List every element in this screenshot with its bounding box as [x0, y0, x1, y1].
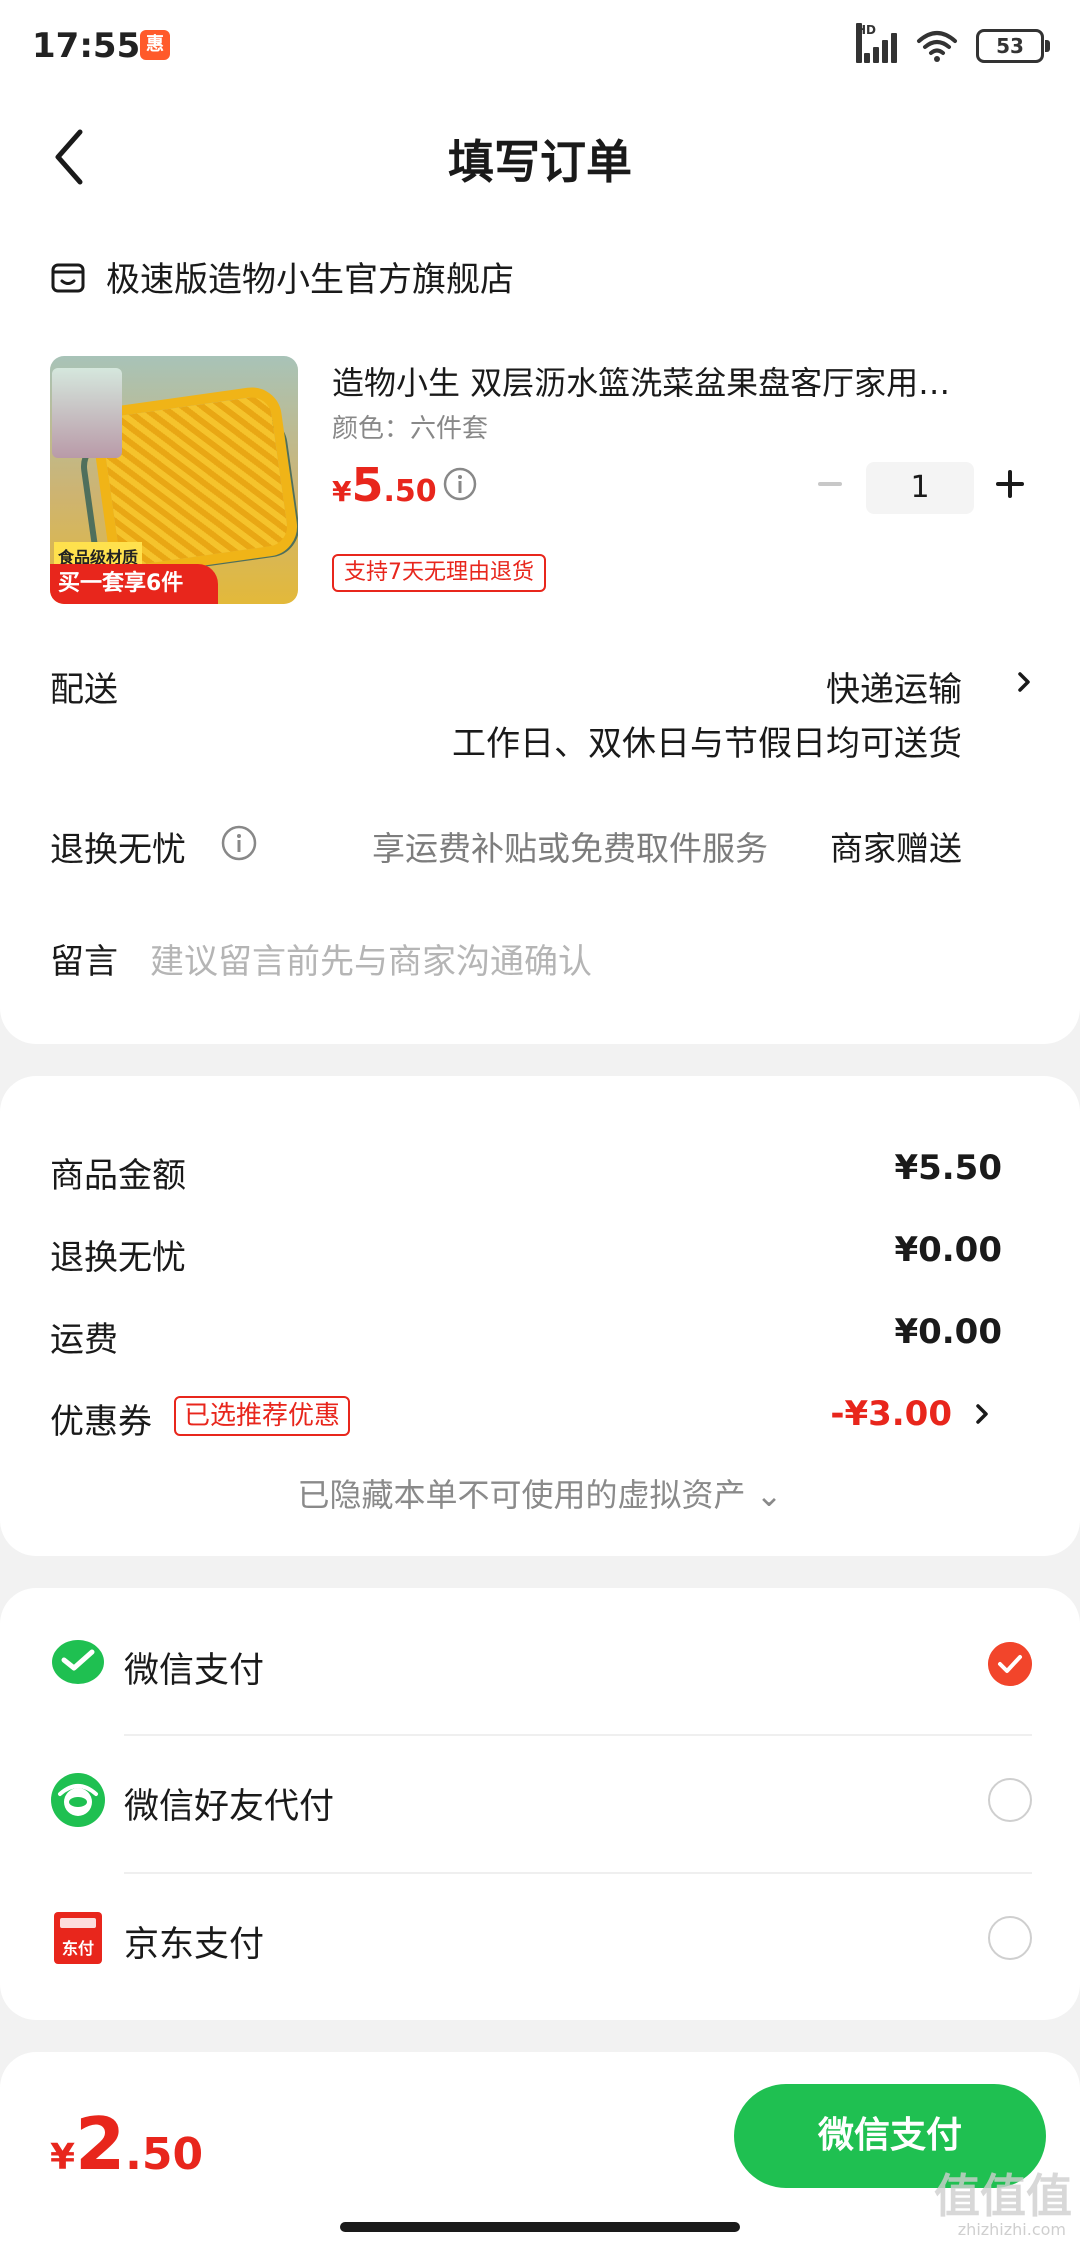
coupon-tag: 已选推荐优惠 [174, 1396, 351, 1436]
quantity-input[interactable]: 1 [866, 462, 974, 514]
quantity-minus-button[interactable] [812, 466, 848, 502]
shipping-value: ¥0.00 [894, 1312, 1002, 1352]
return-info-icon[interactable] [220, 824, 258, 862]
hidden-assets-toggle[interactable]: 已隐藏本单不可使用的虚拟资产 ⌄ [0, 1470, 1080, 1516]
divider [124, 1872, 1032, 1874]
watermark-url: zhizhizhi.com [957, 2220, 1066, 2239]
shipping-label: 运费 [50, 1320, 118, 1360]
delivery-method[interactable]: 快递运输 [826, 662, 962, 711]
status-icons: HD 53 [856, 23, 1050, 66]
pay-option-label: 京东支付 [124, 1925, 265, 1965]
page-title: 填写订单 [448, 135, 632, 189]
signal-icon: HD [856, 23, 898, 63]
quantity-plus-button[interactable] [992, 466, 1028, 502]
coupon-label: 优惠券 [50, 1402, 152, 1442]
wechat-pay-icon [52, 1640, 104, 1684]
wechat-friend-pay-icon [51, 1773, 105, 1827]
home-indicator[interactable] [340, 2222, 740, 2232]
return-service-description: 享运费补贴或免费取件服务 [372, 829, 768, 868]
product-image[interactable]: 食品级材质 买一套享6件 [50, 356, 298, 604]
set-promo-badge: 买一套享6件 [50, 564, 218, 604]
pay-option-wechat[interactable]: 微信支付 [50, 1620, 1032, 1716]
coupon-chevron-icon[interactable] [972, 1398, 994, 1430]
coupon-value: -¥3.00 [830, 1394, 952, 1434]
divider [124, 1734, 1032, 1736]
goods-amount-label: 商品金额 [50, 1156, 186, 1196]
pay-option-wechat-friend[interactable]: 微信好友代付 [50, 1756, 1032, 1852]
return-service-gift: 商家赠送 [830, 829, 962, 868]
product-thumbnail-inset [52, 368, 122, 458]
battery-icon: 53 [976, 29, 1050, 63]
jd-pay-icon: 东付 [54, 1912, 102, 1964]
jd-icon-text: 东付 [62, 1939, 94, 1958]
message-input[interactable]: 建议留言前先与商家沟通确认 [150, 934, 592, 983]
return-service-label: 退换无忧 [50, 830, 186, 870]
product-spec: 颜色：六件套 [332, 414, 489, 444]
app-notification-icon: 惠 [140, 30, 170, 60]
product-price: ¥5.50 [332, 458, 437, 512]
radio-checked-icon[interactable] [988, 1642, 1032, 1686]
delivery-note: 工作日、双休日与节假日均可送货 [452, 724, 962, 764]
wifi-icon [917, 31, 957, 62]
goods-amount-value: ¥5.50 [894, 1148, 1002, 1188]
radio-unchecked-icon[interactable] [988, 1916, 1032, 1960]
status-time: 17:55 [32, 26, 141, 66]
watermark-logo: 值值值 [934, 2169, 1072, 2223]
pay-option-label: 微信支付 [124, 1651, 265, 1691]
pay-option-jd[interactable]: 东付 京东支付 [50, 1894, 1032, 1990]
store-icon [51, 263, 85, 292]
delivery-label: 配送 [50, 670, 118, 710]
pay-option-label: 微信好友代付 [124, 1787, 335, 1827]
product-title[interactable]: 造物小生 双层沥水篮洗菜盆果盘客厅家用… [332, 358, 1032, 404]
status-bar: 17:55 惠 HD 53 [0, 0, 1080, 92]
order-card: 极速版造物小生官方旗舰店 食品级材质 买一套享6件 造物小生 双层沥水篮洗菜盆果… [0, 222, 1080, 1044]
return-amount-label: 退换无忧 [50, 1238, 186, 1278]
store-name: 极速版造物小生官方旗舰店 [106, 260, 514, 300]
hd-label: HD [856, 23, 876, 63]
delivery-chevron-icon[interactable] [1014, 666, 1036, 698]
return-amount-value: ¥0.00 [894, 1230, 1002, 1270]
return-policy-tag: 支持7天无理由退货 [332, 554, 546, 592]
total-price: ¥2.50 [50, 2102, 204, 2186]
radio-unchecked-icon[interactable] [988, 1778, 1032, 1822]
message-label: 留言 [50, 942, 118, 982]
nav-bar: 填写订单 [0, 92, 1080, 222]
price-info-icon[interactable] [442, 466, 478, 502]
store-row[interactable]: 极速版造物小生官方旗舰店 [50, 252, 514, 301]
